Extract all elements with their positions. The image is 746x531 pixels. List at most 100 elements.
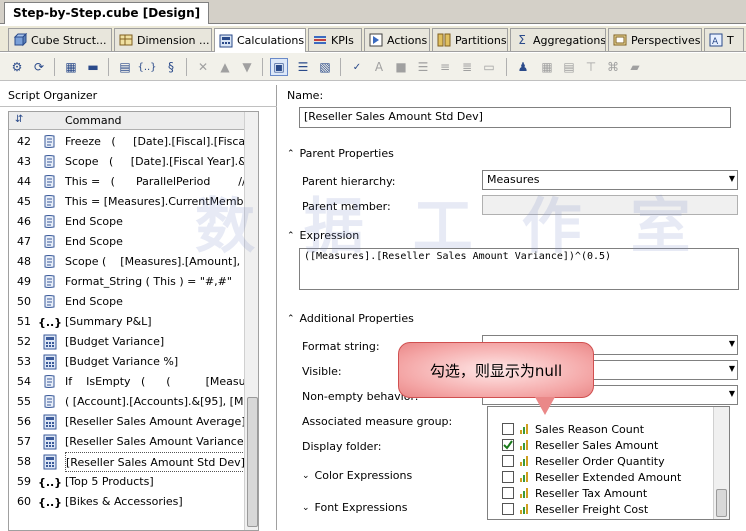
measure-item[interactable]: Reseller Freight Cost	[502, 501, 648, 517]
calc-member-icon[interactable]: ▤	[116, 58, 134, 76]
tab-actions[interactable]: Actions	[364, 28, 430, 51]
measure-item[interactable]: Reseller Order Quantity	[502, 453, 665, 469]
font-expressions-section[interactable]: ⌄ Font Expressions	[302, 501, 407, 514]
chevron-down-icon: ▼	[728, 339, 735, 348]
measure-item[interactable]: Sales Reason Count	[502, 421, 644, 437]
additional-properties-section[interactable]: ⌃ Additional Properties	[287, 312, 414, 325]
name-field[interactable]: [Reseller Sales Amount Std Dev]	[299, 107, 731, 128]
row-number: 52	[17, 335, 31, 348]
grid-scrollbar[interactable]	[244, 112, 258, 530]
cube-icon[interactable]: ▰	[626, 58, 644, 76]
breakpoint-icon[interactable]: ▦	[538, 58, 556, 76]
row-number: 56	[17, 415, 31, 428]
script-row[interactable]: 51 {..} [Summary P&L]	[9, 312, 258, 332]
command-text: Scope ( [Measures].[Amount], {...	[65, 255, 257, 268]
measure-checkbox[interactable]	[502, 471, 514, 483]
expression-section[interactable]: ⌃ Expression	[287, 229, 359, 242]
measure-icon	[520, 472, 529, 482]
command-text: [Budget Variance]	[65, 335, 165, 348]
script-row[interactable]: 50 End Scope	[9, 292, 258, 312]
color-expressions-section[interactable]: ⌄ Color Expressions	[302, 469, 412, 482]
script-view-icon[interactable]: ☰	[294, 58, 312, 76]
tab-calculations[interactable]: Calculations	[214, 28, 306, 52]
parent-hierarchy-dropdown[interactable]: Measures ▼	[482, 170, 738, 190]
measure-item[interactable]: Reseller Tax Amount	[502, 485, 647, 501]
script-row[interactable]: 47 End Scope	[9, 232, 258, 252]
calculations-icon	[219, 34, 233, 48]
tab-label: Calculations	[237, 34, 305, 47]
command-column-header[interactable]: Command	[65, 112, 122, 130]
attach-icon[interactable]: ⌘	[604, 58, 622, 76]
tab-cube-structure[interactable]: Cube Struct...	[8, 28, 112, 51]
template-icon[interactable]: ▧	[316, 58, 334, 76]
script-row[interactable]: 55 ( [Account].[Accounts].&[95], [Me...	[9, 392, 258, 412]
command-text: End Scope	[65, 235, 123, 248]
script-row[interactable]: 56 [Reseller Sales Amount Average]	[9, 412, 258, 432]
new-calculated-member-icon[interactable]: ▦	[62, 58, 80, 76]
measure-checkbox[interactable]	[502, 503, 514, 515]
script-row[interactable]: 54 If IsEmpty ( ( [Measu...	[9, 372, 258, 392]
script-row[interactable]: 45 This = [Measures].CurrentMember ...	[9, 192, 258, 212]
command-text: [Bikes & Accessories]	[65, 495, 183, 508]
parent-member-field[interactable]	[482, 195, 738, 215]
svg-text:A: A	[712, 37, 719, 47]
font-icon[interactable]: A	[370, 58, 388, 76]
filter-icon[interactable]: ⊤	[582, 58, 600, 76]
script-command-icon[interactable]: §	[162, 58, 180, 76]
script-row[interactable]: 59 {..} [Top 5 Products]	[9, 472, 258, 492]
parent-properties-section[interactable]: ⌃ Parent Properties	[287, 147, 394, 160]
command-text: [Reseller Sales Amount Variance]	[65, 435, 248, 448]
measure-checklist[interactable]: Sales Reason Count Reseller Sales Amount R…	[487, 406, 730, 520]
align-center-icon[interactable]: ≡	[436, 58, 454, 76]
tab-kpis[interactable]: KPIs	[308, 28, 362, 51]
script-row[interactable]: 44 This = ( ParallelPeriod // ...	[9, 172, 258, 192]
tab-dimension-usage[interactable]: Dimension ...	[114, 28, 212, 51]
check-syntax-icon[interactable]: ✓	[348, 58, 366, 76]
new-named-set-icon[interactable]: ▬	[84, 58, 102, 76]
color-icon[interactable]: ■	[392, 58, 410, 76]
move-down-icon[interactable]: ▼	[238, 58, 256, 76]
move-up-icon[interactable]: ▲	[216, 58, 234, 76]
align-right-icon[interactable]: ≣	[458, 58, 476, 76]
measure-checkbox[interactable]	[502, 455, 514, 467]
script-icon	[39, 174, 61, 190]
collapse-icon: ⌃	[287, 148, 295, 159]
script-row[interactable]: 42 Freeze ( [Date].[Fiscal].[Fiscal ...	[9, 132, 258, 152]
process-icon[interactable]: ⚙	[8, 58, 26, 76]
script-row[interactable]: 53 [Budget Variance %]	[9, 352, 258, 372]
scrollbar-thumb[interactable]	[247, 397, 258, 527]
tab-translations[interactable]: A T	[704, 28, 744, 51]
script-row[interactable]: 46 End Scope	[9, 212, 258, 232]
form-view-icon[interactable]: ▣	[270, 58, 288, 76]
measure-checkbox[interactable]	[502, 423, 514, 435]
script-icon	[39, 214, 61, 230]
script-row[interactable]: 48 Scope ( [Measures].[Amount], {...	[9, 252, 258, 272]
script-row[interactable]: 49 Format_String ( This ) = "#,#"	[9, 272, 258, 292]
tab-aggregations[interactable]: Σ Aggregations	[510, 28, 606, 51]
measure-list-scrollbar[interactable]	[713, 407, 729, 519]
expression-editor[interactable]: ([Measures].[Reseller Sales Amount Varia…	[299, 248, 739, 290]
reconnect-icon[interactable]: ⟳	[30, 58, 48, 76]
scrollbar-thumb[interactable]	[716, 489, 727, 517]
sort-icon[interactable]: ⇵	[15, 114, 23, 125]
measure-item[interactable]: Reseller Extended Amount	[502, 469, 681, 485]
measure-checkbox[interactable]	[502, 439, 514, 451]
script-row[interactable]: 52 [Budget Variance]	[9, 332, 258, 352]
grid-header: ⇵ Command	[9, 112, 258, 130]
command-text: This = [Measures].CurrentMember ...	[65, 195, 257, 208]
tab-partitions[interactable]: Partitions	[432, 28, 508, 51]
delete-icon[interactable]: ✕	[194, 58, 212, 76]
script-row[interactable]: 60 {..} [Bikes & Accessories]	[9, 492, 258, 512]
measure-checkbox[interactable]	[502, 487, 514, 499]
script-row[interactable]: 57 [Reseller Sales Amount Variance]	[9, 432, 258, 452]
measure-item[interactable]: Reseller Sales Amount	[502, 437, 658, 453]
indent-icon[interactable]: ▭	[480, 58, 498, 76]
user-icon[interactable]: ♟	[514, 58, 532, 76]
script-row[interactable]: 43 Scope ( [Date].[Fiscal Year].&[...	[9, 152, 258, 172]
step-icon[interactable]: ▤	[560, 58, 578, 76]
tab-perspectives[interactable]: Perspectives	[608, 28, 702, 51]
align-left-icon[interactable]: ☰	[414, 58, 432, 76]
script-row[interactable]: 58 [Reseller Sales Amount Std Dev]	[9, 452, 258, 472]
document-tab[interactable]: Step-by-Step.cube [Design]	[4, 2, 210, 24]
named-set-icon[interactable]: {..}	[137, 58, 156, 76]
